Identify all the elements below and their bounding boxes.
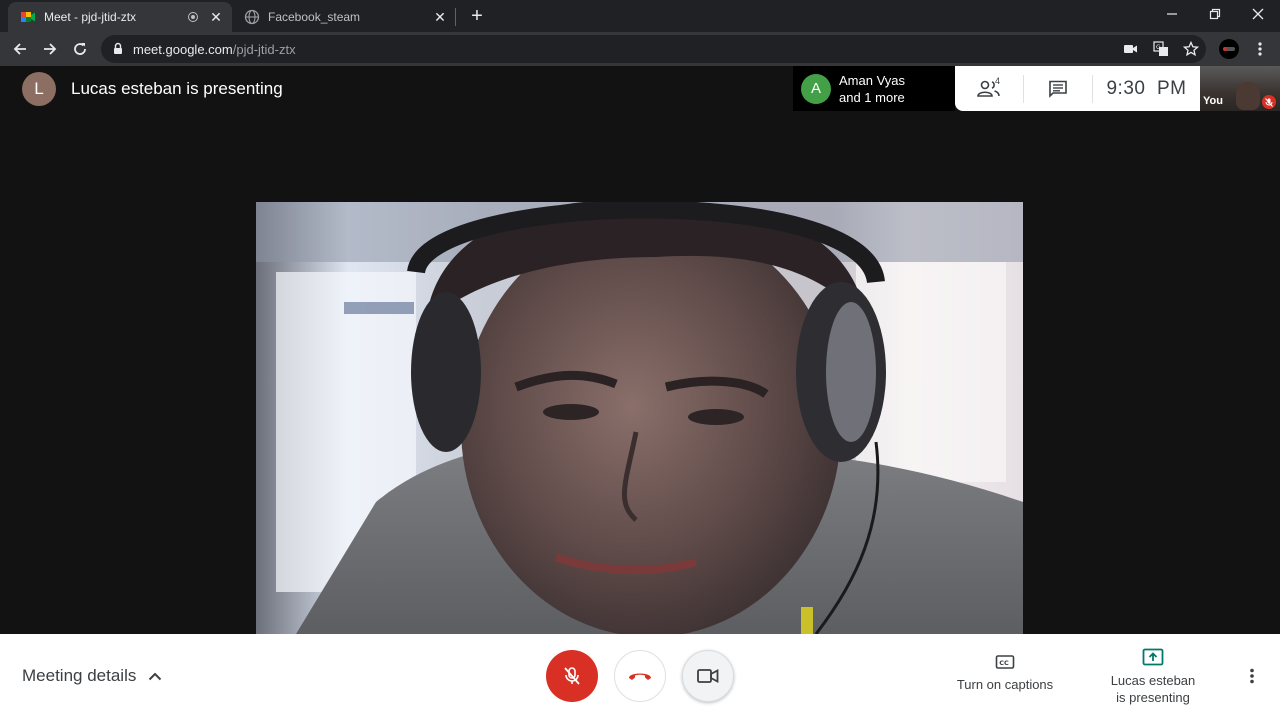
tab-strip: Meet - pjd-jtid-ztx ✕ Facebook_steam ✕ + [0,0,1280,32]
tab-meet[interactable]: Meet - pjd-jtid-ztx ✕ [8,2,232,32]
close-tab-icon[interactable]: ✕ [208,9,224,25]
svg-text:CC: CC [999,659,1009,667]
mic-off-icon [1262,95,1276,109]
chat-icon [1049,80,1067,98]
globe-icon [244,9,260,25]
close-window-icon[interactable] [1236,0,1280,28]
minimize-icon[interactable] [1150,0,1194,28]
url-text: meet.google.com/pjd-jtid-ztx [133,42,296,57]
more-options-icon[interactable] [1240,664,1264,688]
hang-up-icon [629,673,651,680]
self-video-figure [1236,82,1260,110]
participants-chip[interactable]: A Aman Vyas and 1 more [793,66,955,111]
browser-menu-icon[interactable] [1248,37,1272,61]
google-meet-icon [21,12,35,22]
tab-facebook-steam[interactable]: Facebook_steam ✕ [232,2,454,32]
svg-text:G: G [1156,44,1161,51]
participant-avatar: A [801,73,831,104]
camera-toggle-button[interactable] [682,650,734,702]
meeting-details-label: Meeting details [22,666,137,685]
back-icon[interactable] [7,36,33,62]
captions-button[interactable]: CC Turn on captions [950,654,1060,693]
self-video-tile[interactable]: You [1200,66,1280,111]
address-bar[interactable]: meet.google.com/pjd-jtid-ztx G [101,35,1206,63]
closed-captions-icon: CC [995,655,1015,669]
chat-button[interactable] [1024,66,1092,111]
close-tab-icon[interactable]: ✕ [432,9,448,25]
mic-toggle-button[interactable] [546,650,598,702]
webcam-frame [256,202,1023,634]
meeting-details-button[interactable]: Meeting details [22,666,162,686]
new-tab-icon[interactable]: + [466,5,488,27]
present-screen-icon [1142,648,1164,666]
restore-icon[interactable] [1193,0,1237,28]
mic-off-icon [564,667,580,685]
chevron-up-icon [149,672,162,681]
clock: 9:30 PM [1106,77,1187,99]
participant-names: Aman Vyas and 1 more [839,72,905,105]
profile-avatar[interactable] [1217,37,1241,61]
people-button[interactable]: 4 [955,66,1023,111]
tab-divider [455,8,456,26]
reload-icon[interactable] [67,36,93,62]
translate-icon[interactable]: G [1153,41,1169,57]
presenting-button[interactable]: Lucas esteban is presenting [1098,648,1208,706]
forward-icon[interactable] [37,36,63,62]
lock-icon [114,42,122,54]
meeting-info-panel: 4 9:30 PM [955,66,1200,111]
presenter-avatar: L [22,72,56,106]
meeting-controls-bar: Meeting details CC Turn on captions Luca… [0,634,1280,719]
tab-title: Facebook_steam [268,10,361,24]
self-label: You [1203,95,1223,107]
presenting-status: Lucas esteban is presenting [71,79,283,98]
recording-indicator-icon [188,12,198,22]
captions-label: Turn on captions [956,677,1054,692]
presenter-header: L Lucas esteban is presenting [22,72,283,106]
browser-toolbar: meet.google.com/pjd-jtid-ztx G [0,32,1280,66]
video-camera-icon [697,668,719,684]
presenting-label: Lucas esteban is presenting [1110,673,1196,705]
leave-call-button[interactable] [614,650,666,702]
presentation-video [256,202,1023,634]
bookmark-star-icon[interactable] [1183,41,1199,57]
participant-count: 4 [995,76,1001,86]
camera-in-use-icon[interactable] [1123,41,1139,57]
tab-title: Meet - pjd-jtid-ztx [44,10,137,24]
